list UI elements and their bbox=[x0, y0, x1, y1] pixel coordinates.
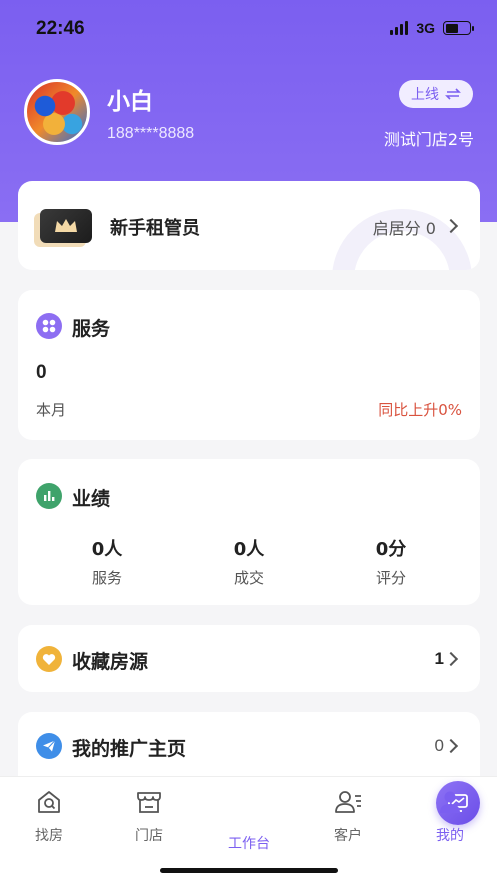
service-period-label: 本月 bbox=[36, 401, 67, 419]
tab-label: 门店 bbox=[135, 828, 163, 844]
performance-title: 业绩 bbox=[72, 488, 111, 510]
bottom-tab-bar: 找房 门店 工作台 客户 我的 bbox=[0, 776, 497, 883]
promo-count: 0 bbox=[434, 736, 444, 755]
online-label: 上线 bbox=[411, 87, 439, 103]
performance-value: 0分 bbox=[375, 539, 407, 560]
service-value: 0 bbox=[36, 362, 47, 383]
heart-icon bbox=[36, 646, 62, 672]
chevron-right-icon bbox=[443, 738, 459, 754]
tab-store[interactable]: 门店 bbox=[109, 787, 189, 845]
performance-value: 0人 bbox=[233, 539, 265, 560]
signal-icon bbox=[390, 21, 409, 35]
store-name: 测试门店2号 bbox=[383, 130, 474, 149]
rank-score: 启居分 0 bbox=[372, 219, 436, 238]
performance-item-service: 0人 服务 bbox=[47, 535, 167, 588]
chevron-right-icon bbox=[443, 651, 459, 667]
performance-label: 评分 bbox=[375, 569, 406, 587]
search-house-icon bbox=[38, 791, 60, 813]
customers-icon bbox=[335, 791, 361, 813]
online-toggle-button[interactable]: 上线 bbox=[399, 80, 473, 108]
performance-item-rating: 0分 评分 bbox=[331, 535, 451, 588]
service-title: 服务 bbox=[72, 318, 111, 340]
promo-title: 我的推广主页 bbox=[72, 738, 187, 760]
tab-label: 客户 bbox=[334, 828, 362, 844]
performance-label: 成交 bbox=[233, 569, 264, 587]
home-indicator bbox=[160, 868, 338, 873]
store-icon bbox=[137, 792, 161, 813]
bar-chart-icon bbox=[36, 483, 62, 509]
favorites-count: 1 bbox=[434, 649, 444, 668]
tab-label: 工作台 bbox=[228, 836, 270, 852]
tab-workbench[interactable]: 工作台 bbox=[209, 781, 480, 853]
user-name: 小白 bbox=[107, 89, 153, 115]
service-card[interactable]: 服务 0 本月 同比上升0% bbox=[18, 290, 480, 440]
avatar[interactable] bbox=[24, 79, 90, 145]
tab-customers[interactable]: 客户 bbox=[308, 787, 388, 845]
tab-label: 找房 bbox=[35, 828, 63, 844]
service-yoy-label: 同比上升0% bbox=[378, 401, 462, 419]
performance-item-deal: 0人 成交 bbox=[189, 535, 309, 588]
switch-arrows-icon bbox=[445, 88, 461, 100]
tab-find-house[interactable]: 找房 bbox=[9, 787, 89, 845]
performance-label: 服务 bbox=[91, 569, 122, 587]
battery-icon bbox=[443, 21, 474, 35]
tab-label: 我的 bbox=[436, 828, 464, 844]
crown-icon bbox=[40, 209, 92, 243]
favorites-row[interactable]: 收藏房源 1 bbox=[18, 625, 480, 692]
performance-value: 0人 bbox=[91, 539, 123, 560]
favorites-title: 收藏房源 bbox=[72, 651, 149, 673]
service-icon bbox=[36, 313, 62, 339]
rank-title: 新手租管员 bbox=[110, 218, 200, 239]
user-phone: 188****8888 bbox=[107, 125, 195, 142]
tab-mine[interactable]: 我的 bbox=[410, 787, 490, 845]
rank-card[interactable]: 新手租管员 启居分 0 bbox=[18, 181, 480, 270]
status-bar: 22:46 3G bbox=[0, 0, 497, 58]
paper-plane-icon bbox=[36, 733, 62, 759]
status-time: 22:46 bbox=[36, 18, 85, 39]
network-type: 3G bbox=[416, 20, 435, 36]
profile-icon bbox=[440, 791, 460, 813]
performance-card[interactable]: 业绩 0人 服务 0人 成交 0分 评分 bbox=[18, 459, 480, 605]
